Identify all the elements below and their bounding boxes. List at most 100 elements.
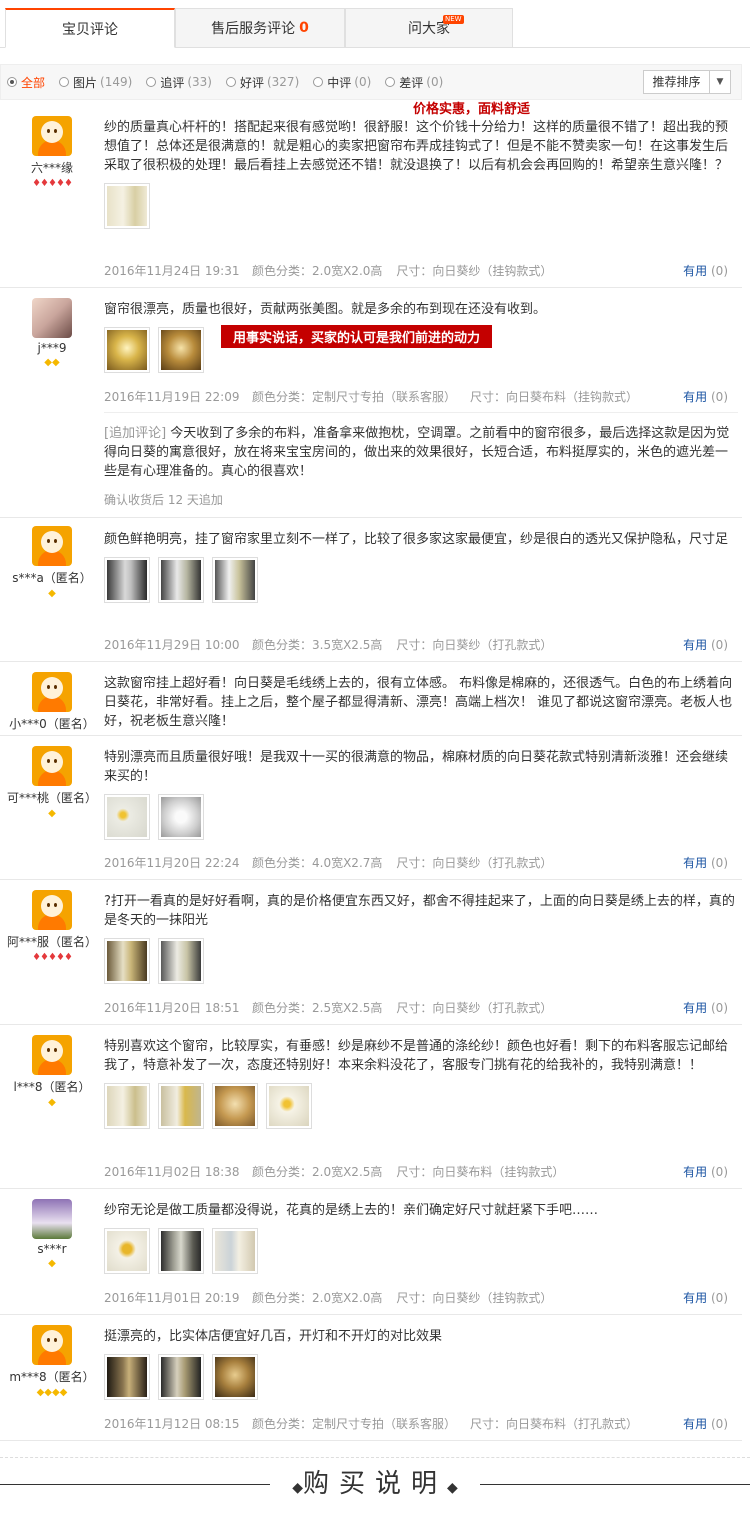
review-sku-color: 颜色分类：定制尺寸专拍（联系客服） (252, 390, 457, 404)
useful-label: 有用 (683, 1001, 708, 1015)
tab-label: 宝贝评论 (62, 21, 118, 38)
review-photo[interactable] (158, 938, 204, 984)
dashed-divider (0, 1448, 750, 1458)
tab-ask-everyone[interactable]: 问大家 NEW (345, 8, 513, 48)
review-date: 2016年11月01日 20:19 (104, 1291, 240, 1305)
review-date: 2016年11月24日 19:31 (104, 264, 240, 278)
review-date: 2016年11月02日 18:38 (104, 1165, 240, 1179)
review-photo[interactable] (104, 1354, 150, 1400)
useful-count: (0) (711, 638, 728, 652)
useful-count: (0) (711, 1291, 728, 1305)
radio-icon[interactable] (146, 77, 157, 87)
avatar (32, 1035, 72, 1075)
reviewer: 阿***服（匿名） ♦♦♦♦♦ (0, 890, 104, 963)
review-item: l***8（匿名） ◆ 特别喜欢这个窗帘，比较厚实，有垂感！纱是麻纱不是普通的涤… (0, 1025, 742, 1189)
tab-count: 0 (299, 20, 309, 36)
tab-after-sales-reviews[interactable]: 售后服务评论 0 (175, 8, 345, 48)
filter-negative[interactable]: 差评 (0) (385, 74, 443, 91)
review-photo[interactable] (212, 557, 258, 603)
reviewer: 小***0（匿名） (0, 672, 104, 732)
followup-review: [追加评论] 今天收到了多余的布料，准备拿来做抱枕，空调罩。之前看中的窗帘很多，… (104, 424, 738, 508)
review-date: 2016年11月20日 22:24 (104, 856, 240, 870)
review-sku-size: 尺寸：向日葵布料（挂钩款式） (396, 1165, 565, 1179)
review-photo[interactable] (104, 327, 150, 373)
sort-dropdown[interactable]: 推荐排序 ▼ (643, 70, 731, 94)
followup-text: 今天收到了多余的布料，准备拿来做抱枕，空调罩。之前看中的窗帘很多，最后选择这款是… (104, 426, 730, 479)
review-photos (104, 557, 738, 603)
review-photo[interactable] (158, 327, 204, 373)
review-photo[interactable] (266, 1083, 312, 1129)
sort-label: 推荐排序 (644, 71, 710, 93)
reviewer-name: 可***桃（匿名） (6, 791, 97, 805)
radio-icon[interactable] (59, 77, 70, 87)
useful-label: 有用 (683, 638, 708, 652)
review-tabs: 宝贝评论 售后服务评论 0 问大家 NEW (5, 8, 513, 48)
useful-button[interactable]: 有用 (0) (683, 1415, 728, 1432)
useful-button[interactable]: 有用 (0) (683, 1163, 728, 1180)
avatar (32, 116, 72, 156)
review-photo[interactable] (158, 1354, 204, 1400)
useful-label: 有用 (683, 264, 708, 278)
review-photo[interactable] (104, 938, 150, 984)
useful-button[interactable]: 有用 (0) (683, 999, 728, 1016)
review-photo[interactable] (158, 1083, 204, 1129)
reviewer: l***8（匿名） ◆ (0, 1035, 104, 1108)
useful-button[interactable]: 有用 (0) (683, 854, 728, 871)
useful-label: 有用 (683, 1165, 708, 1179)
radio-icon[interactable] (313, 77, 324, 87)
filter-label: 差评 (399, 75, 424, 90)
review-text: 特别喜欢这个窗帘，比较厚实，有垂感！纱是麻纱不是普通的涤纶纱！颜色也好看！剩下的… (104, 1039, 729, 1073)
filter-positive[interactable]: 好评 (327) (225, 74, 299, 91)
new-badge: NEW (443, 15, 464, 24)
review-content: 颜色鲜艳明亮，挂了窗帘家里立刻不一样了，比较了很多家这家最便宜，纱是很白的透光又… (104, 530, 738, 603)
review-meta: 2016年11月02日 18:38 颜色分类：2.0宽X2.5高 尺寸：向日葵布… (104, 1163, 738, 1180)
purchase-notes-header: ◆购买说明◆ (0, 1448, 750, 1520)
filter-all[interactable]: 全部 (7, 74, 45, 91)
credit-diamond-icon: ◆ (48, 808, 56, 819)
useful-count: (0) (711, 1001, 728, 1015)
useful-button[interactable]: 有用 (0) (683, 262, 728, 279)
filter-neutral[interactable]: 中评 (0) (313, 74, 371, 91)
tab-item-reviews[interactable]: 宝贝评论 (5, 8, 175, 48)
filter-followup[interactable]: 追评 (33) (146, 74, 212, 91)
review-photo[interactable] (104, 794, 150, 840)
filter-count: (33) (187, 75, 212, 89)
avatar (32, 1199, 72, 1239)
review-sku-color: 颜色分类：3.5宽X2.5高 (252, 638, 383, 652)
review-photos (104, 1228, 738, 1274)
review-sku-color: 颜色分类：2.5宽X2.5高 (252, 1001, 383, 1015)
reviewer-name: 六***缘 (30, 161, 73, 175)
credit-diamond-icon: ◆ (48, 1258, 56, 1269)
review-photo[interactable] (104, 557, 150, 603)
tab-label: 售后服务评论 (211, 21, 296, 37)
filter-pictures[interactable]: 图片 (149) (59, 74, 132, 91)
review-item: j***9 ◆◆ 窗帘很漂亮，质量也很好，贡献两张美图。就是多余的布到现在还没有… (0, 288, 742, 518)
review-content: 特别喜欢这个窗帘，比较厚实，有垂感！纱是麻纱不是普通的涤纶纱！颜色也好看！剩下的… (104, 1037, 738, 1129)
review-photo[interactable] (104, 1228, 150, 1274)
useful-count: (0) (711, 856, 728, 870)
review-photo[interactable] (212, 1228, 258, 1274)
review-sku-color: 颜色分类：2.0宽X2.0高 (252, 264, 383, 278)
review-photo[interactable] (158, 794, 204, 840)
review-photo[interactable] (212, 1354, 258, 1400)
avatar (32, 1325, 72, 1365)
review-item: s***r ◆ 纱帘无论是做工质量都没得说，花真的是绣上去的！亲们确定好尺寸就赶… (0, 1189, 742, 1315)
review-photo[interactable] (104, 1083, 150, 1129)
review-text: 颜色鲜艳明亮，挂了窗帘家里立刻不一样了，比较了很多家这家最便宜，纱是很白的透光又… (104, 532, 729, 547)
useful-button[interactable]: 有用 (0) (683, 636, 728, 653)
review-sku-color: 颜色分类：4.0宽X2.7高 (252, 856, 383, 870)
radio-icon[interactable] (385, 77, 396, 87)
reviewer: 六***缘 ♦♦♦♦♦ (0, 116, 104, 189)
useful-button[interactable]: 有用 (0) (683, 1289, 728, 1306)
useful-button[interactable]: 有用 (0) (683, 388, 728, 405)
review-photo[interactable] (104, 183, 150, 229)
credit-diamond-icon: ◆ (48, 1097, 56, 1108)
radio-icon[interactable] (7, 77, 17, 87)
review-photo[interactable] (158, 1228, 204, 1274)
credit-diamond-icon: ◆◆ (44, 357, 60, 368)
review-photo[interactable] (212, 1083, 258, 1129)
radio-icon[interactable] (225, 77, 236, 87)
section-title-text: 购买说明 (302, 1469, 447, 1499)
review-content: 挺漂亮的，比实体店便宜好几百，开灯和不开灯的对比效果 (104, 1327, 738, 1400)
review-photo[interactable] (158, 557, 204, 603)
